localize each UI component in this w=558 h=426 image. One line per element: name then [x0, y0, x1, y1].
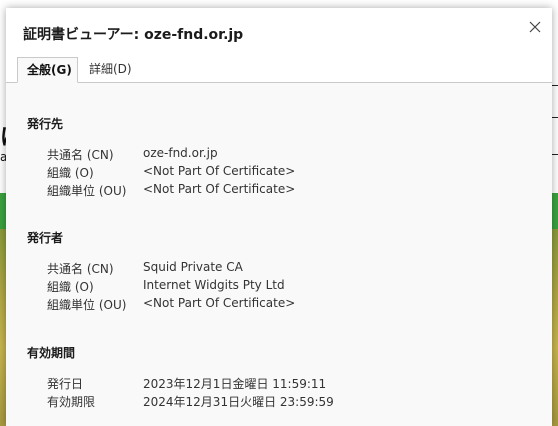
- field-value: 2023年12月1日金曜日 11:59:11: [143, 377, 327, 391]
- section-heading-issued-by: 発行者: [27, 231, 64, 245]
- field-label: 発行日: [47, 377, 84, 391]
- field-label: 共通名 (CN): [47, 148, 114, 162]
- field-label: 共通名 (CN): [47, 262, 114, 276]
- section-heading-validity: 有効期間: [27, 346, 76, 360]
- tab-bar: 全般(G) 詳細(D): [6, 54, 552, 83]
- tab-details[interactable]: 詳細(D): [80, 57, 142, 83]
- field-value: oze-fnd.or.jp: [143, 146, 218, 160]
- tab-general[interactable]: 全般(G): [17, 57, 78, 83]
- close-icon: [529, 21, 541, 33]
- section-heading-issued-to: 発行先: [27, 117, 64, 131]
- field-label: 組織単位 (OU): [47, 298, 127, 312]
- field-label: 組織 (O): [47, 166, 94, 180]
- field-label: 組織 (O): [47, 280, 94, 294]
- close-button[interactable]: [524, 16, 546, 38]
- field-value: 2024年12月31日火曜日 23:59:59: [143, 395, 334, 409]
- field-label: 有効期限: [47, 395, 96, 409]
- field-value: Squid Private CA: [143, 260, 243, 274]
- field-value: <Not Part Of Certificate>: [143, 296, 296, 310]
- dialog-title: 証明書ビューアー: oze-fnd.or.jp: [23, 27, 244, 43]
- certificate-viewer-dialog: 証明書ビューアー: oze-fnd.or.jp 全般(G) 詳細(D) 発行先 …: [6, 8, 552, 426]
- field-label: 組織単位 (OU): [47, 184, 127, 198]
- general-panel: 発行先 共通名 (CN) oze-fnd.or.jp 組織 (O) <Not P…: [6, 83, 552, 426]
- field-value: <Not Part Of Certificate>: [143, 164, 296, 178]
- field-value: Internet Widgits Pty Ltd: [143, 278, 285, 292]
- field-value: <Not Part Of Certificate>: [143, 182, 296, 196]
